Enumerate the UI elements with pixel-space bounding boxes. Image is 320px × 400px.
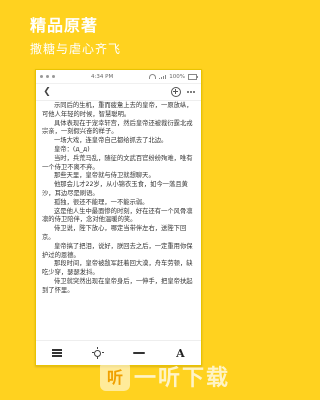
status-time: 4:34 PM [91,73,114,80]
watermark-logo-icon: 听 [99,361,130,391]
progress-bar-icon [133,352,146,354]
status-bar: 4:34 PM 100% [36,70,201,84]
phone-screen: 4:34 PM 100% ❮ 示同后的生机，重而疲惫上去的皇帝，一原放纵，可他人… [35,69,202,366]
watermark-text: 一听下载 [133,366,230,391]
notification-dot-icon [46,75,49,78]
signal-icon [159,74,167,79]
notification-dot-icon [52,75,55,78]
battery-percent: 100% [169,73,185,80]
paragraph: 侍卫说，陛下放心，哪定当带伴左右，送陛下回京。 [42,225,187,241]
wifi-icon [149,74,157,79]
paragraph: 一场大戏，连皇帝自己都给抓去了北边。 [54,137,168,145]
font-icon: A [176,346,185,360]
reader-content[interactable]: 示同后的生机，重而疲惫上去的皇帝，一原放纵，可他人年轻的时候，智慧聪明。 具体表… [36,100,201,341]
status-left [40,75,55,78]
add-bookmark-icon[interactable] [171,87,181,97]
battery-icon [188,73,198,80]
watermark: 听 一听下载 [99,360,230,392]
sun-icon [91,347,104,359]
paragraph: 示同后的生机，重而疲惫上去的皇帝，一原放纵，可他人年轻的时候，智慧聪明。 [42,102,193,118]
paragraph: 具体表现在于宠幸轩宫，然后皇帝还被裁衍霆北戎宗亲，一刻假兴奋的样子。 [42,119,193,136]
promo-headline: 精品原著 [30,16,99,35]
catalog-button[interactable] [48,344,66,362]
menu-icon [51,349,62,357]
paragraph: 皇帝搞了把泪，说好，朕回去之后，一定重用你保护过的恩德。 [42,242,193,259]
promo-subline: 撒糖与虐心齐飞 [30,42,122,56]
back-arrow-icon[interactable]: ❮ [42,87,52,97]
paragraph: 侍卫就突然出现在皇帝身后，一伸手，把皇帝扶起到了怀里。 [42,277,193,294]
notification-dot-icon [40,75,43,78]
reader-navbar: ❮ [36,84,201,101]
paragraph: 那些天里，皇帝就与侍卫就想聊天。 [54,172,155,180]
paragraph: 那段时间，皇帝被敌军赶着回大漠，舟车劳顿，缺吃少穿，瑟瑟发抖。 [42,260,193,277]
paragraph: 这是他人生中最面惨的时刻，好在还有一个风骨凛凛的侍卫陪伴，念对他温暖的笑。 [42,207,193,224]
paragraph: 皇帝：(д_д) [54,145,90,153]
status-right: 100% [149,73,198,80]
paragraph: 他那会儿才22岁，从小锦衣玉食，如今一落且黄沙，耳边尽是刷语。 [42,181,188,197]
paragraph: 当时，兵荒马乱，随征的文武百官纷纷殉难，唯有一个侍卫不离不弃。 [42,154,193,171]
paragraph: 孤独，很还不能理，一不能示弱。 [54,198,149,206]
navbar-actions [171,87,195,97]
more-options-icon[interactable] [187,88,195,96]
